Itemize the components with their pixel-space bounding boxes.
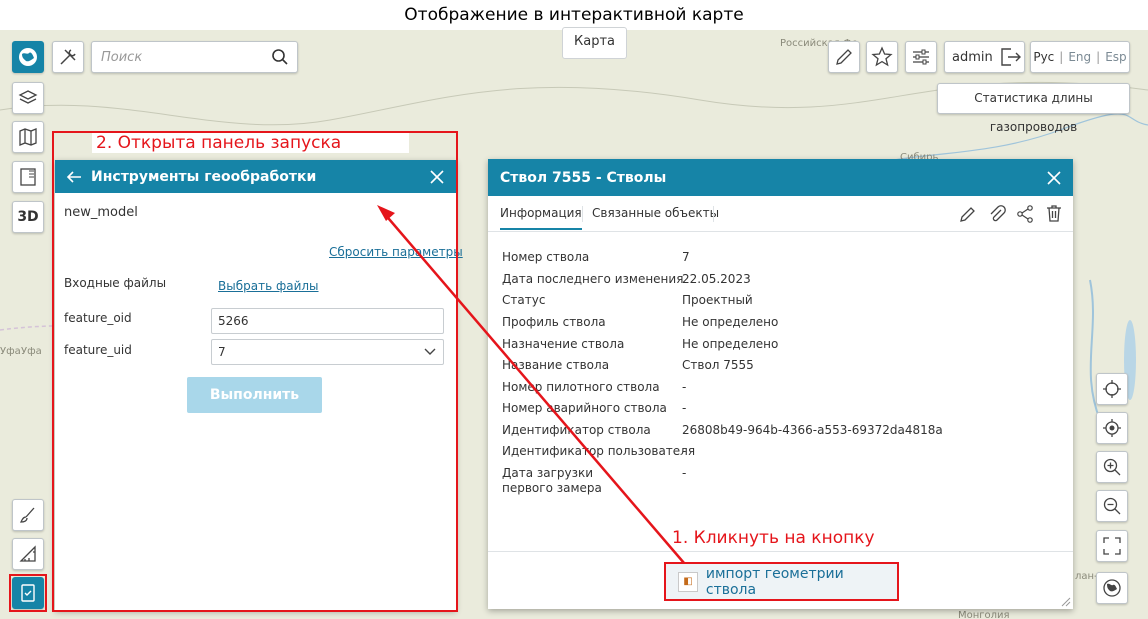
brush-icon (19, 507, 35, 523)
property-name: Дата загрузки первого замера (502, 466, 602, 495)
crosshair-icon (1103, 380, 1121, 398)
divider: | (1096, 50, 1101, 64)
zoom-out-icon (1103, 497, 1121, 515)
tab-related-objects[interactable]: Связанные объекты (592, 206, 719, 220)
target-icon (1103, 419, 1121, 437)
fullscreen-button[interactable] (1096, 530, 1128, 562)
map-label: Монголия (958, 610, 1010, 619)
page-caption: Отображение в интерактивной карте (0, 0, 1148, 30)
favorites-button[interactable] (866, 41, 898, 73)
my-location-button[interactable] (1096, 412, 1128, 444)
property-value: - (682, 444, 687, 458)
divider (713, 206, 714, 222)
legend-button[interactable] (12, 161, 44, 193)
map-label: Уфа (0, 346, 21, 357)
pencil-icon[interactable] (958, 204, 978, 224)
pencil-icon (836, 49, 852, 65)
ruler-triangle-icon (19, 545, 36, 562)
globe-logo-button[interactable] (12, 41, 44, 73)
property-name: Номер ствола (502, 250, 590, 264)
pipeline-length-stats-button[interactable]: Статистика длины газопроводов (937, 83, 1130, 134)
search-icon[interactable] (271, 48, 289, 66)
share-icon[interactable] (1015, 204, 1035, 224)
lang-en[interactable]: Eng (1068, 50, 1091, 64)
property-name: Номер аварийного ствола (502, 401, 667, 415)
close-icon[interactable] (1045, 169, 1063, 187)
tools-button[interactable] (52, 41, 84, 73)
highlight-frame (52, 131, 458, 612)
highlight-frame (9, 574, 47, 612)
lang-es[interactable]: Esp (1105, 50, 1126, 64)
map-book-button[interactable] (12, 121, 44, 153)
property-value: - (682, 401, 687, 415)
import-tool-icon: ◧ (678, 571, 698, 592)
layers-icon (18, 90, 38, 104)
map-icon (19, 128, 37, 146)
resize-handle-icon[interactable] (1059, 595, 1071, 607)
search-input[interactable]: Поиск (101, 50, 271, 65)
expand-icon (1103, 537, 1121, 555)
property-name: Идентификатор ствола (502, 423, 651, 437)
property-value: - (682, 466, 687, 480)
map-label: Уфа (21, 346, 42, 357)
user-menu[interactable]: admin (944, 41, 1025, 73)
property-name: Профиль ствола (502, 315, 606, 329)
zoom-in-icon (1103, 458, 1121, 476)
attachment-icon[interactable] (987, 204, 1007, 224)
settings-button[interactable] (905, 41, 937, 73)
object-card-header: Ствол 7555 - Стволы (488, 159, 1073, 196)
username: admin (952, 49, 993, 65)
basemap-button[interactable] (1096, 572, 1128, 604)
wrench-screwdriver-icon (60, 49, 76, 65)
object-card-tabs: Информация Связанные объекты (488, 196, 1073, 232)
import-geometry-label: импорт геометрии ствола (705, 565, 844, 598)
draw-button[interactable] (12, 499, 44, 531)
property-name: Идентификатор пользователя (502, 444, 696, 458)
lang-ru[interactable]: Рус (1033, 50, 1054, 64)
property-name: Номер пилотного ствола (502, 380, 660, 394)
property-name: Статус (502, 293, 546, 307)
legend-icon (20, 168, 36, 186)
globe-icon (19, 48, 37, 66)
property-value: Не определено (682, 315, 779, 329)
layers-button[interactable] (12, 82, 44, 114)
zoom-in-button[interactable] (1096, 451, 1128, 483)
search-box[interactable]: Поиск (91, 41, 298, 73)
property-value: 7 (682, 250, 690, 264)
3d-button[interactable]: 3D (12, 201, 44, 233)
annotation-click-button: 1. Кликнуть на кнопку (668, 528, 879, 548)
property-name: Назначение ствола (502, 337, 625, 351)
locate-button[interactable] (1096, 373, 1128, 405)
zoom-out-button[interactable] (1096, 490, 1128, 522)
star-icon (871, 46, 893, 67)
globe-icon (1103, 579, 1121, 597)
property-value: - (682, 380, 687, 394)
trash-icon[interactable] (1044, 203, 1064, 223)
object-card-title: Ствол 7555 - Стволы (500, 169, 667, 186)
annotation-panel-opened: 2. Открыта панель запуска (92, 133, 409, 153)
tab-map[interactable]: Карта (562, 27, 627, 59)
logout-icon[interactable] (999, 46, 1023, 68)
property-value: 26808b49-964b-4366-a553-69372da4818a (682, 423, 943, 437)
property-name: Название ствола (502, 358, 610, 372)
property-value: 22.05.2023 (682, 272, 751, 286)
property-value: Ствол 7555 (682, 358, 754, 372)
property-value: Не определено (682, 337, 779, 351)
divider: | (1059, 50, 1064, 64)
property-name: Дата последнего изменения (502, 272, 684, 286)
import-geometry-button[interactable]: ◧ импорт геометрии ствола (664, 562, 899, 601)
language-switcher: Рус | Eng | Esp (1030, 41, 1130, 73)
tab-information[interactable]: Информация (500, 206, 582, 230)
edit-button[interactable] (828, 41, 860, 73)
sliders-icon (913, 49, 929, 65)
divider (582, 206, 583, 222)
measure-button[interactable] (12, 538, 44, 570)
property-value: Проектный (682, 293, 753, 307)
